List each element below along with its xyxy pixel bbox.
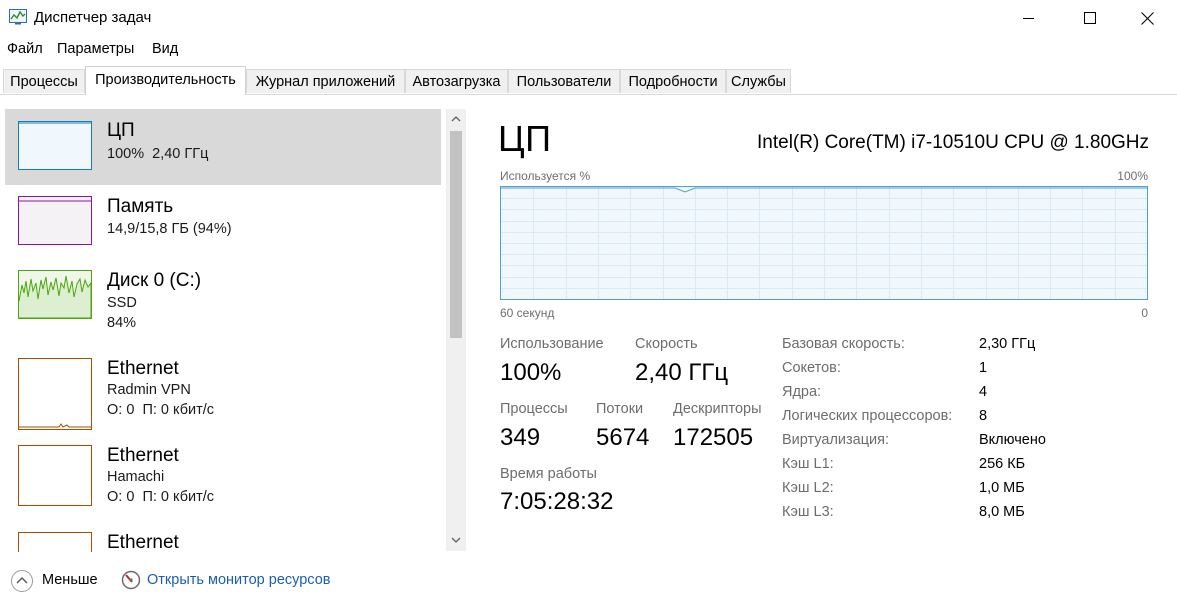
cpu-usage-chart	[501, 187, 1147, 299]
sidebar-item-title: Ethernet	[107, 532, 179, 552]
cpu-model: Intel(R) Core(TM) i7-10510U CPU @ 1.80GH…	[757, 132, 1150, 153]
ethernet-thumbnail	[18, 445, 92, 506]
sidebar-item-memory[interactable]: Память 14,9/15,8 ГБ (94%)	[5, 184, 441, 260]
sidebar-item-ethernet-3[interactable]: Ethernet	[5, 520, 441, 552]
threads-value: 5674	[596, 424, 650, 451]
ethernet-thumbnail	[18, 532, 92, 552]
speed-label: Скорость	[635, 336, 698, 352]
scroll-up-icon[interactable]	[451, 115, 461, 122]
processes-label: Процессы	[500, 401, 568, 417]
graph-label-min: 0	[1141, 306, 1148, 320]
fewer-details-label: Меньше	[42, 572, 98, 588]
graph-label-max: 100%	[1117, 169, 1148, 183]
maximize-icon	[1084, 12, 1096, 24]
sidebar-item-ethernet-hamachi[interactable]: Ethernet Hamachi О: 0 П: 0 кбит/с	[5, 433, 441, 509]
sidebar-item-title: Диск 0 (C:)	[107, 270, 202, 291]
prop-value: 1,0 МБ	[979, 480, 1025, 496]
prop-value: 256 КБ	[979, 456, 1026, 472]
open-resource-monitor-link[interactable]: Открыть монитор ресурсов	[147, 572, 330, 588]
prop-label: Кэш L1:	[782, 456, 834, 472]
sidebar-item-title: ЦП	[107, 120, 135, 141]
sidebar-item-detail: 14,9/15,8 ГБ (94%)	[107, 221, 232, 237]
sidebar-item-detail: 100% 2,40 ГГц	[107, 146, 209, 162]
prop-value: 1	[979, 360, 988, 376]
tab-details[interactable]: Подробности	[620, 69, 726, 93]
prop-value: 2,30 ГГц	[979, 336, 1036, 352]
disk-thumbnail	[18, 270, 92, 319]
tab-processes[interactable]: Процессы	[3, 69, 85, 93]
cpu-thumbnail	[18, 121, 92, 170]
prop-label: Логических процессоров:	[782, 408, 953, 424]
prop-label: Ядра:	[782, 384, 822, 400]
sidebar-item-detail: Hamachi	[107, 469, 165, 485]
processes-value: 349	[500, 424, 541, 451]
tab-bar: Процессы Производительность Журнал прило…	[0, 66, 1177, 95]
window-title: Диспетчер задач	[34, 9, 152, 26]
handles-label: Дескрипторы	[673, 401, 762, 417]
tab-services[interactable]: Службы	[726, 69, 791, 93]
usage-label: Использование	[500, 336, 604, 352]
sidebar-item-detail: О: 0 П: 0 кбит/с	[107, 402, 215, 418]
sidebar-item-detail: О: 0 П: 0 кбит/с	[107, 489, 215, 505]
prop-label: Кэш L3:	[782, 504, 834, 520]
sidebar-item-title: Ethernet	[107, 358, 179, 379]
resource-monitor-icon	[121, 570, 141, 590]
title-bar: Диспетчер задач	[0, 0, 1177, 36]
task-manager-icon	[9, 9, 27, 25]
graph-label-usage: Используется %	[500, 169, 591, 183]
menu-file[interactable]: Файл	[7, 41, 43, 57]
uptime-label: Время работы	[500, 466, 597, 482]
sidebar-item-disk[interactable]: Диск 0 (C:) SSD 84%	[5, 258, 441, 334]
prop-value: 8,0 МБ	[979, 504, 1025, 520]
resource-list: ЦП 100% 2,40 ГГц Память 14,9/15,8 ГБ (94…	[0, 100, 466, 552]
sidebar-item-cpu[interactable]: ЦП 100% 2,40 ГГц	[5, 109, 441, 185]
sidebar-item-ethernet-radmin[interactable]: Ethernet Radmin VPN О: 0 П: 0 кбит/с	[5, 346, 441, 430]
menu-view[interactable]: Вид	[152, 41, 178, 57]
graph-label-time: 60 секунд	[500, 306, 555, 320]
close-button[interactable]	[1124, 0, 1170, 36]
tab-users[interactable]: Пользователи	[508, 69, 620, 93]
close-icon	[1140, 11, 1154, 25]
tab-startup[interactable]: Автозагрузка	[405, 69, 508, 93]
prop-label: Виртуализация:	[782, 432, 890, 448]
page-title: ЦП	[498, 118, 552, 159]
sidebar-scrollbar[interactable]	[446, 109, 466, 551]
menu-options[interactable]: Параметры	[57, 41, 134, 57]
scroll-down-icon[interactable]	[451, 537, 461, 544]
minimize-button[interactable]	[1006, 0, 1052, 36]
cpu-usage-graph	[500, 186, 1148, 300]
usage-value: 100%	[500, 359, 562, 386]
prop-value: 8	[979, 408, 988, 424]
handles-value: 172505	[673, 424, 754, 451]
prop-value: Включено	[979, 432, 1046, 448]
tab-app-history[interactable]: Журнал приложений	[246, 69, 405, 93]
prop-label: Сокетов:	[782, 360, 841, 376]
scroll-thumb[interactable]	[450, 131, 462, 338]
maximize-button[interactable]	[1067, 0, 1113, 36]
fewer-details-button[interactable]: Меньше	[10, 569, 105, 593]
sidebar-item-detail: Radmin VPN	[107, 382, 191, 398]
tab-performance[interactable]: Производительность	[85, 66, 246, 95]
minimize-icon	[1023, 18, 1034, 19]
uptime-value: 7:05:28:32	[500, 488, 614, 515]
prop-value: 4	[979, 384, 988, 400]
sidebar-item-detail: 84%	[107, 315, 137, 331]
speed-value: 2,40 ГГц	[635, 359, 729, 386]
threads-label: Потоки	[596, 401, 644, 417]
sidebar-item-detail: SSD	[107, 295, 137, 311]
prop-label: Базовая скорость:	[782, 336, 905, 352]
chevron-up-icon	[11, 570, 33, 592]
ethernet-thumbnail	[18, 358, 92, 430]
memory-thumbnail	[18, 196, 92, 245]
prop-label: Кэш L2:	[782, 480, 834, 496]
sidebar-item-title: Ethernet	[107, 445, 179, 466]
sidebar-item-title: Память	[107, 196, 174, 217]
